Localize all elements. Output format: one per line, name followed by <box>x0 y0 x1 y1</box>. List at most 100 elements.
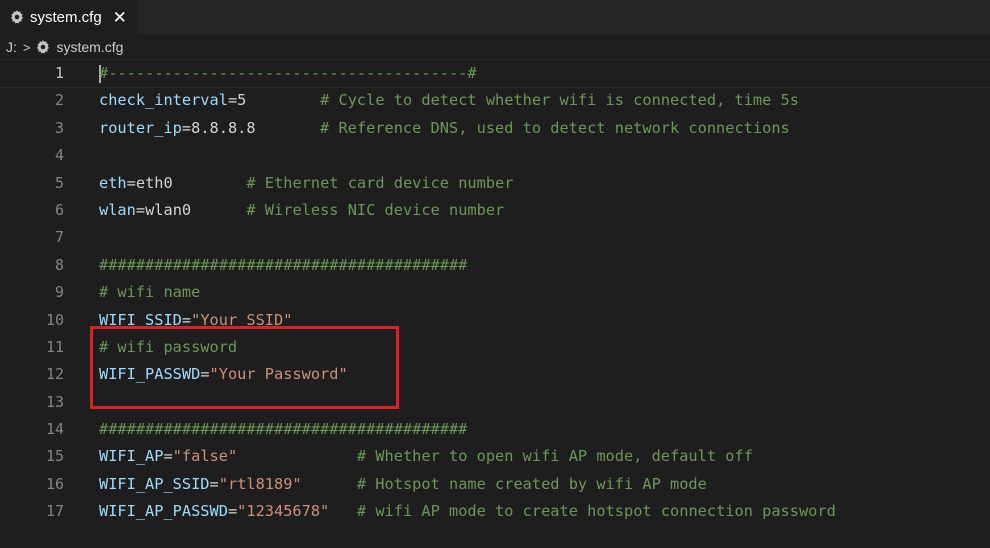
code-text: WIFI_SSID="Your SSID" <box>99 307 292 334</box>
gear-icon <box>36 40 50 54</box>
equals-sign: = <box>209 474 219 493</box>
code-editor[interactable]: 1 #--------------------------------------… <box>0 58 990 526</box>
code-line[interactable]: 8 #######################################… <box>0 252 990 279</box>
code-text: # wifi password <box>99 334 237 361</box>
config-value: 8.8.8.8 <box>191 118 256 137</box>
code-text: WIFI_AP="false" # Whether to open wifi A… <box>99 443 753 470</box>
line-number: 6 <box>54 200 64 219</box>
comment-text: # Cycle to detect whether wifi is connec… <box>320 91 799 110</box>
config-value: wlan0 <box>145 200 192 219</box>
equals-sign: = <box>227 502 238 521</box>
comment-text: # Hotspot name created by wifi AP mode <box>356 474 707 493</box>
equals-sign: = <box>200 365 210 384</box>
string-value: "false" <box>172 447 238 466</box>
code-text: wlan=wlan0 # Wireless NIC device number <box>99 197 504 224</box>
breadcrumb: J: > system.cfg <box>0 34 990 60</box>
line-number: 9 <box>54 283 64 302</box>
comment-text: ######################################## <box>99 255 468 274</box>
code-line[interactable]: 6 wlan=wlan0 # Wireless NIC device number <box>0 197 990 224</box>
config-key: wlan <box>99 200 136 219</box>
equals-sign: = <box>126 173 136 192</box>
code-line[interactable]: 7 <box>0 224 990 251</box>
equals-sign: = <box>181 310 192 329</box>
config-key: WIFI_AP_SSID <box>99 474 210 493</box>
code-text: check_interval=5 # Cycle to detect wheth… <box>99 87 799 114</box>
code-line[interactable]: 10 WIFI_SSID="Your SSID" <box>0 307 990 334</box>
config-key: check_interval <box>99 91 228 110</box>
code-line[interactable]: 11 # wifi password <box>0 334 990 361</box>
code-text: eth=eth0 # Ethernet card device number <box>99 170 513 197</box>
tab-bar: system.cfg ✕ <box>0 0 990 34</box>
code-line[interactable]: 3 router_ip=8.8.8.8 # Reference DNS, used… <box>0 115 990 142</box>
close-icon[interactable]: ✕ <box>110 7 130 27</box>
tab-label: system.cfg <box>30 8 102 26</box>
line-number: 7 <box>54 228 64 247</box>
editor-window: system.cfg ✕ J: > system.cfg 1 #---------… <box>0 0 990 548</box>
comment-text: # Reference DNS, used to detect network … <box>320 118 790 137</box>
config-key: eth <box>99 173 127 192</box>
comment-text: # wifi AP mode to create hotspot connect… <box>356 502 836 521</box>
comment-text: #---------------------------------------… <box>99 64 477 82</box>
line-number: 5 <box>54 173 64 192</box>
line-number: 17 <box>45 502 64 521</box>
line-number: 2 <box>54 91 64 110</box>
comment-text: # Wireless NIC device number <box>246 200 505 219</box>
gear-icon <box>10 10 24 24</box>
comment-text: ######################################## <box>99 420 468 439</box>
equals-sign: = <box>227 91 238 110</box>
config-value: 5 <box>237 91 247 110</box>
string-value: "rtl8189" <box>218 474 302 493</box>
code-line[interactable]: 1 #--------------------------------------… <box>0 58 990 89</box>
equals-sign: = <box>135 200 146 219</box>
line-number: 3 <box>54 118 64 137</box>
code-text: WIFI_AP_SSID="rtl8189" # Hotspot name cr… <box>99 471 707 498</box>
code-text: #---------------------------------------… <box>99 60 477 87</box>
code-line[interactable]: 14 ######################################… <box>0 416 990 443</box>
code-line[interactable]: 15 WIFI_AP="false" # Whether to open wifi… <box>0 443 990 470</box>
config-key: WIFI_PASSWD <box>99 365 201 384</box>
config-key: router_ip <box>99 118 182 137</box>
code-line[interactable]: 12 WIFI_PASSWD="Your Password" <box>0 361 990 388</box>
line-number: 12 <box>45 365 64 384</box>
comment-text: # Ethernet card device number <box>246 173 514 192</box>
breadcrumb-file[interactable]: system.cfg <box>56 39 123 55</box>
tab-system-cfg[interactable]: system.cfg ✕ <box>0 0 139 34</box>
comment-text: # wifi password <box>99 337 238 356</box>
code-text: ######################################## <box>99 252 467 279</box>
code-line[interactable]: 2 check_interval=5 # Cycle to detect whet… <box>0 87 990 114</box>
line-number: 11 <box>45 337 64 356</box>
equals-sign: = <box>163 447 173 466</box>
config-key: WIFI_AP_PASSWD <box>99 502 228 521</box>
code-line[interactable]: 13 <box>0 389 990 416</box>
code-text: WIFI_AP_PASSWD="12345678" # wifi AP mode… <box>99 498 836 525</box>
breadcrumb-drive[interactable]: J: <box>6 39 17 55</box>
chevron-right-icon: > <box>22 39 31 55</box>
code-line[interactable]: 17 WIFI_AP_PASSWD="12345678" # wifi AP mo… <box>0 498 990 525</box>
line-number: 14 <box>45 420 64 439</box>
string-value: "12345678" <box>237 502 330 521</box>
string-value: "Your SSID" <box>191 310 293 329</box>
config-value: eth0 <box>135 173 173 192</box>
config-key: WIFI_SSID <box>99 310 182 329</box>
config-key: WIFI_AP <box>99 447 164 466</box>
code-line[interactable]: 16 WIFI_AP_SSID="rtl8189" # Hotspot name … <box>0 471 990 498</box>
code-line[interactable]: 9 # wifi name <box>0 279 990 306</box>
code-text: router_ip=8.8.8.8 # Reference DNS, used … <box>99 115 790 142</box>
string-value: "Your Password" <box>209 365 348 384</box>
code-line[interactable]: 5 eth=eth0 # Ethernet card device number <box>0 170 990 197</box>
code-text: # wifi name <box>99 279 200 306</box>
code-text: ######################################## <box>99 416 467 443</box>
comment-text: # wifi name <box>99 283 201 302</box>
line-number: 16 <box>45 474 64 493</box>
line-number: 1 <box>54 64 64 82</box>
comment-text: # Whether to open wifi AP mode, default … <box>356 447 753 466</box>
code-line[interactable]: 4 <box>0 142 990 169</box>
line-number: 8 <box>54 255 64 274</box>
